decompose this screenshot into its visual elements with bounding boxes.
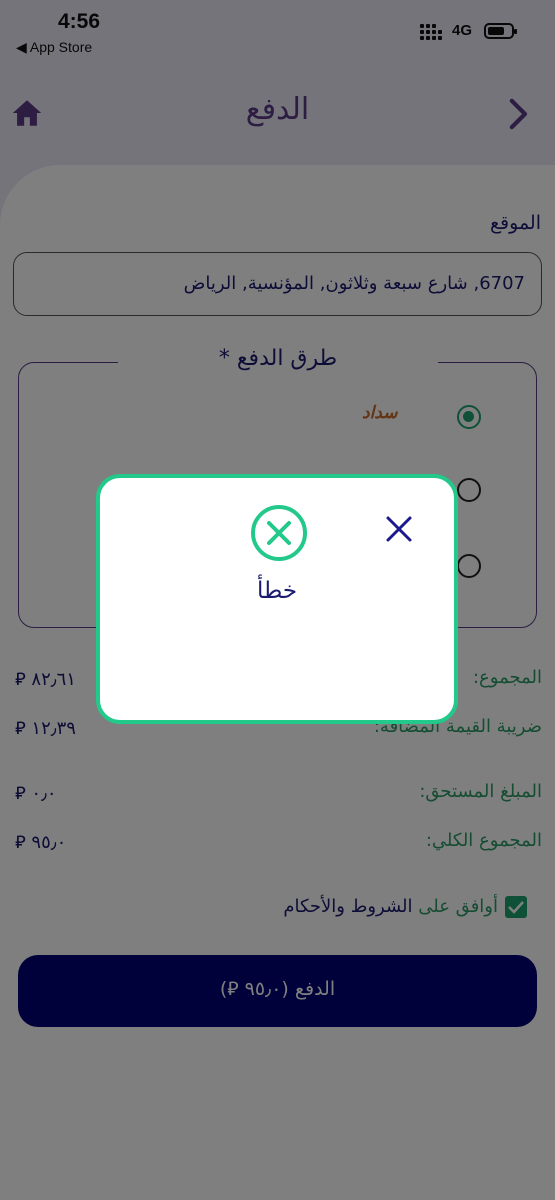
close-icon[interactable] bbox=[384, 514, 414, 544]
payment-screen: 4:56 ◀ App Store 4G الدفع الموقع 6707, ش… bbox=[0, 0, 555, 1200]
error-dialog: خطأ bbox=[96, 474, 458, 724]
error-x-circle-icon bbox=[251, 505, 307, 561]
dialog-title: خطأ bbox=[256, 578, 298, 604]
